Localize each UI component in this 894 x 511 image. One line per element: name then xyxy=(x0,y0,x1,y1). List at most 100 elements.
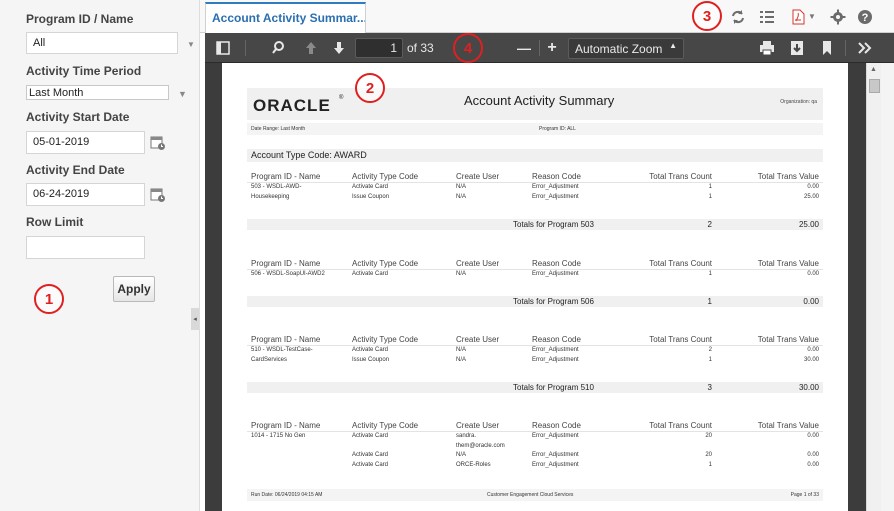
sidebar-toggle-icon[interactable] xyxy=(213,38,233,58)
tab-account-activity-summary[interactable]: Account Activity Summar... xyxy=(205,2,366,33)
calendar-icon[interactable] xyxy=(150,187,166,203)
page-count: of 33 xyxy=(407,41,434,55)
cell: CardServices xyxy=(251,357,288,363)
report-footer: Run Date: 06/24/2019 04:15 AM Customer E… xyxy=(247,489,823,501)
tools-expand-icon[interactable] xyxy=(855,38,875,58)
page-number-input[interactable]: 1 xyxy=(355,38,403,58)
search-icon[interactable] xyxy=(270,38,290,58)
col-program: Program ID - Name xyxy=(251,335,321,344)
bookmark-icon[interactable] xyxy=(817,38,837,58)
start-date-value: 05-01-2019 xyxy=(33,136,90,148)
print-icon[interactable] xyxy=(757,38,777,58)
zoom-out-button[interactable]: — xyxy=(514,38,534,58)
cell: Activate Card xyxy=(352,433,389,439)
cell: 20 xyxy=(705,452,712,458)
tab-bar: Account Activity Summar... 3 ▼ ? xyxy=(200,0,894,33)
apply-button[interactable]: Apply xyxy=(113,276,155,302)
totals-count: 1 xyxy=(707,297,712,306)
chevron-down-icon[interactable]: ▼ xyxy=(187,40,195,49)
cell: them@oracle.com xyxy=(456,443,505,449)
cell: Activate Card xyxy=(352,271,389,277)
cell: 1 xyxy=(708,271,712,277)
col-program: Program ID - Name xyxy=(251,172,321,181)
cell: 503 - WSDL-AWD- xyxy=(251,184,302,190)
column-header-row: Program ID - Name Activity Type Code Cre… xyxy=(247,420,823,432)
download-icon[interactable] xyxy=(787,38,807,58)
scrollbar-thumb[interactable] xyxy=(869,79,880,93)
cell: 0.00 xyxy=(807,347,819,353)
col-program: Program ID - Name xyxy=(251,259,321,268)
totals-label: Totals for Program 503 xyxy=(513,220,594,229)
end-date-input[interactable]: 06-24-2019 xyxy=(26,183,145,206)
program-group-503: Program ID - Name Activity Type Code Cre… xyxy=(247,171,823,203)
help-icon[interactable]: ? xyxy=(857,9,873,25)
chevron-down-icon[interactable]: ▼ xyxy=(808,12,816,21)
gear-icon[interactable] xyxy=(830,9,846,25)
next-page-icon[interactable] xyxy=(329,38,349,58)
vertical-scrollbar[interactable]: ▲ xyxy=(866,63,881,511)
cell: Error_Adjustment xyxy=(532,452,579,458)
divider xyxy=(539,40,540,56)
table-row: them@oracle.com xyxy=(247,442,823,451)
divider xyxy=(845,40,846,56)
table-row: 506 - WSDL-SoapUI-AWD2 Activate Card N/A… xyxy=(247,270,823,280)
program-group-510: Program ID - Name Activity Type Code Cre… xyxy=(247,334,823,366)
callout-badge-2: 2 xyxy=(355,73,385,103)
col-reason: Reason Code xyxy=(532,335,581,344)
run-date: Run Date: 06/24/2019 04:15 AM xyxy=(251,492,323,498)
cell: Error_Adjustment xyxy=(532,357,579,363)
cell: N/A xyxy=(456,271,467,277)
cell: N/A xyxy=(456,184,467,190)
cell: Error_Adjustment xyxy=(532,184,579,190)
cell: 510 - WSDL-TestCase- xyxy=(251,347,313,353)
pdf-export-icon[interactable] xyxy=(790,9,806,25)
cell: 0.00 xyxy=(807,184,819,190)
cell: N/A xyxy=(456,452,467,458)
totals-count: 2 xyxy=(707,220,712,229)
report-title: Account Activity Summary xyxy=(464,93,615,108)
cell: ORCE-Roles xyxy=(456,462,491,468)
callout-badge-1: 1 xyxy=(34,284,64,314)
cell: Error_Adjustment xyxy=(532,433,579,439)
row-limit-input[interactable] xyxy=(26,236,145,259)
calendar-icon[interactable] xyxy=(150,135,166,151)
period-select[interactable]: Last Month xyxy=(26,85,169,100)
col-user: Create User xyxy=(456,172,500,181)
cell: 506 - WSDL-SoapUI-AWD2 xyxy=(251,271,325,277)
collapse-panel-handle[interactable]: ◂ xyxy=(191,308,199,330)
start-date-input[interactable]: 05-01-2019 xyxy=(26,131,145,154)
col-value: Total Trans Value xyxy=(757,421,819,430)
cell: 0.00 xyxy=(807,452,819,458)
table-row: CardServices Issue Coupon N/A Error_Adju… xyxy=(247,356,823,366)
col-count: Total Trans Count xyxy=(649,259,712,268)
cell: 30.00 xyxy=(803,357,819,363)
totals-row-503: Totals for Program 503 2 25.00 xyxy=(247,219,823,230)
column-header-row: Program ID - Name Activity Type Code Cre… xyxy=(247,258,823,270)
cell: 0.00 xyxy=(807,271,819,277)
table-row: Activate Card ORCE-Roles Error_Adjustmen… xyxy=(247,461,823,471)
chevron-down-icon[interactable]: ▼ xyxy=(178,89,187,99)
account-type-code: Account Type Code: AWARD xyxy=(247,149,823,162)
cell: 0.00 xyxy=(807,462,819,468)
zoom-in-button[interactable]: + xyxy=(542,38,562,58)
zoom-select-value: Automatic Zoom xyxy=(575,42,663,56)
checklist-icon[interactable] xyxy=(759,9,775,25)
cell: 1 xyxy=(708,357,712,363)
cell: Issue Coupon xyxy=(352,357,390,363)
callout-badge-4: 4 xyxy=(453,33,483,63)
program-label: Program ID / Name xyxy=(26,12,134,26)
period-select-value: Last Month xyxy=(29,87,84,99)
previous-page-icon[interactable] xyxy=(301,38,321,58)
col-reason: Reason Code xyxy=(532,259,581,268)
zoom-select[interactable]: Automatic Zoom ▲ xyxy=(568,38,684,59)
col-value: Total Trans Value xyxy=(757,259,819,268)
totals-value: 25.00 xyxy=(798,220,819,229)
program-select[interactable]: All xyxy=(26,32,178,54)
cell: 20 xyxy=(705,433,712,439)
cell: Error_Adjustment xyxy=(532,271,579,277)
table-row: 503 - WSDL-AWD- Activate Card N/A Error_… xyxy=(247,183,823,193)
table-row: 1014 - 1715 No Gen Activate Card sandra.… xyxy=(247,432,823,442)
scroll-up-icon[interactable]: ▲ xyxy=(870,66,877,73)
col-count: Total Trans Count xyxy=(649,172,712,181)
refresh-icon[interactable] xyxy=(730,9,746,25)
